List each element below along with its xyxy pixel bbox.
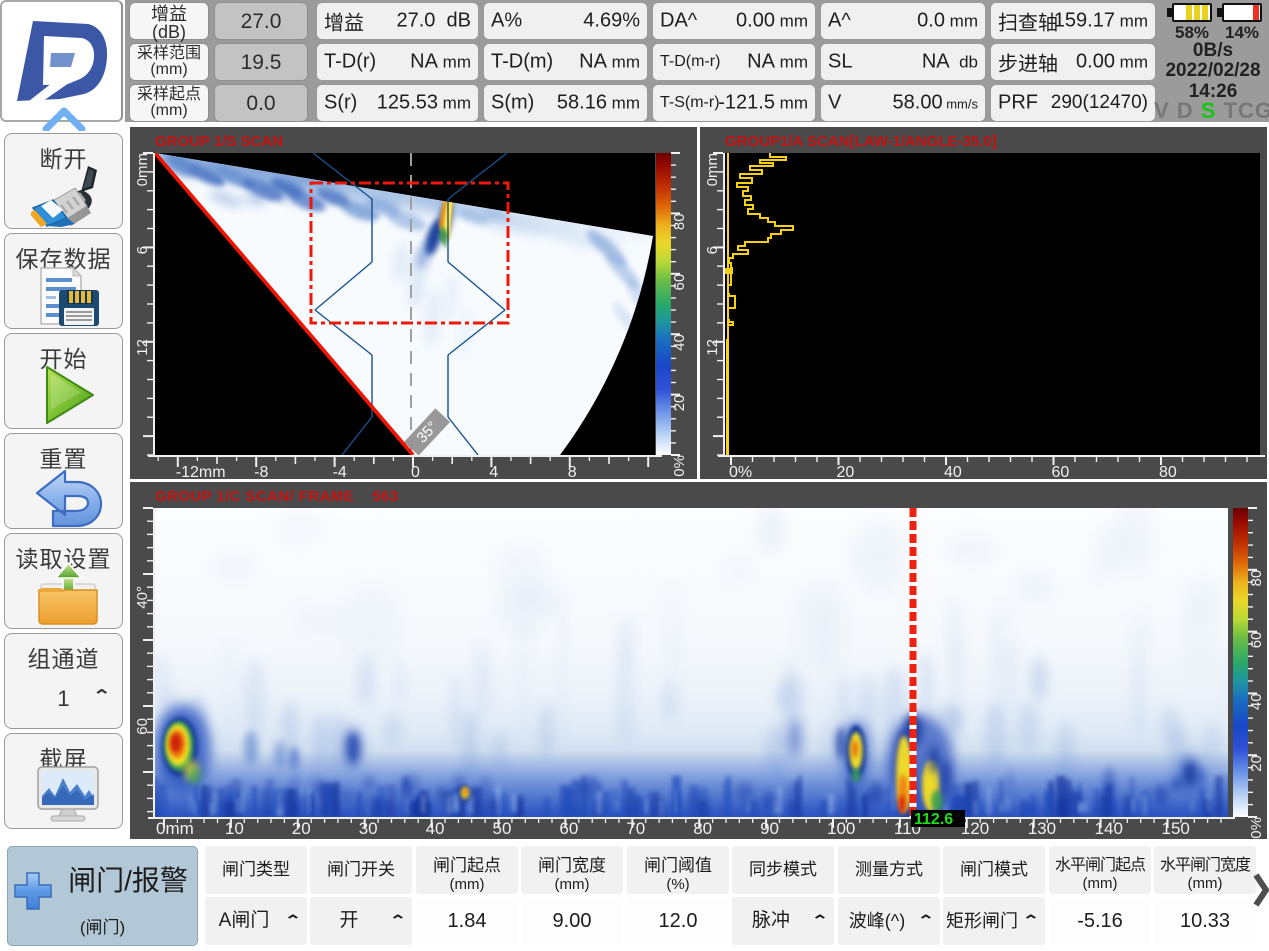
svg-text:40°: 40°	[134, 586, 151, 609]
svg-text:70: 70	[626, 819, 645, 838]
svg-text:20: 20	[1248, 755, 1265, 772]
svg-text:120: 120	[961, 819, 989, 838]
svg-text:80: 80	[1248, 570, 1265, 587]
svg-text:60: 60	[1052, 464, 1070, 479]
svg-text:40: 40	[944, 464, 962, 479]
svg-text:40: 40	[426, 819, 445, 838]
svg-text:8: 8	[568, 464, 577, 479]
svg-text:0mm: 0mm	[156, 819, 194, 838]
svg-text:80: 80	[671, 213, 688, 230]
svg-text:20: 20	[837, 464, 855, 479]
svg-text:0%: 0%	[1248, 817, 1265, 839]
svg-text:60: 60	[559, 819, 578, 838]
svg-text:20: 20	[292, 819, 311, 838]
svg-text:6: 6	[134, 246, 151, 254]
svg-text:-12mm: -12mm	[176, 464, 226, 479]
svg-text:90: 90	[760, 819, 779, 838]
svg-text:140: 140	[1095, 819, 1123, 838]
svg-text:40: 40	[671, 334, 688, 351]
svg-text:-8: -8	[254, 464, 268, 479]
svg-text:60: 60	[671, 274, 688, 291]
svg-text:0mm: 0mm	[134, 153, 151, 186]
svg-text:20: 20	[671, 395, 688, 412]
svg-text:0: 0	[411, 464, 420, 479]
svg-text:60: 60	[1248, 632, 1265, 649]
svg-text:60: 60	[134, 718, 151, 735]
svg-text:12: 12	[704, 339, 721, 356]
svg-text:130: 130	[1028, 819, 1056, 838]
svg-text:40: 40	[1248, 693, 1265, 710]
svg-text:0%: 0%	[729, 464, 752, 479]
svg-text:12: 12	[134, 339, 151, 356]
svg-text:4: 4	[489, 464, 498, 479]
svg-text:50: 50	[493, 819, 512, 838]
svg-text:0%: 0%	[671, 455, 688, 477]
svg-text:80: 80	[693, 819, 712, 838]
svg-text:10: 10	[225, 819, 244, 838]
svg-text:30: 30	[359, 819, 378, 838]
svg-text:80: 80	[1159, 464, 1177, 479]
svg-text:0mm: 0mm	[704, 153, 721, 186]
svg-text:100: 100	[827, 819, 855, 838]
svg-text:-4: -4	[333, 464, 347, 479]
svg-text:6: 6	[704, 246, 721, 254]
svg-text:112.6: 112.6	[914, 811, 953, 828]
svg-text:150: 150	[1162, 819, 1190, 838]
